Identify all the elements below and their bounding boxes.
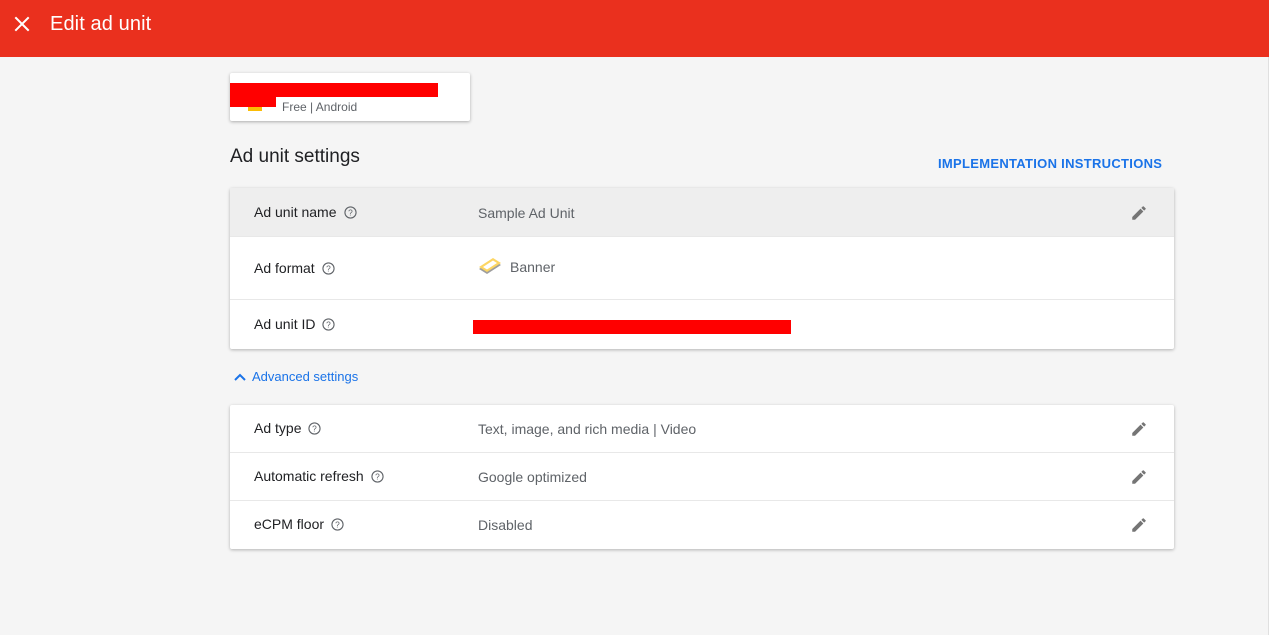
settings-row-automatic-refresh[interactable]: Automatic refresh ? Google optimized bbox=[230, 453, 1174, 501]
advanced-settings-toggle[interactable]: Advanced settings bbox=[234, 369, 358, 384]
advanced-settings-label: Advanced settings bbox=[252, 369, 359, 384]
settings-row-ad-unit-name[interactable]: Ad unit name ? Sample Ad Unit bbox=[230, 188, 1174, 237]
label-text: Automatic refresh bbox=[254, 468, 364, 484]
ad-type-value: Text, image, and rich media | Video bbox=[478, 421, 697, 437]
automatic-refresh-value: Google optimized bbox=[478, 469, 587, 485]
banner-icon bbox=[479, 258, 501, 274]
top-app-bar: Edit ad unit bbox=[0, 0, 1269, 57]
ad-unit-name-value: Sample Ad Unit bbox=[478, 205, 575, 221]
ad-format-text: Banner bbox=[510, 259, 556, 275]
help-icon[interactable]: ? bbox=[322, 261, 335, 275]
row-label: Ad unit name ? bbox=[254, 204, 357, 220]
settings-row-ecpm-floor[interactable]: eCPM floor ? Disabled bbox=[230, 501, 1174, 549]
label-text: Ad format bbox=[254, 260, 315, 276]
row-label: Ad format ? bbox=[254, 260, 335, 276]
label-text: Ad unit ID bbox=[254, 316, 316, 332]
row-label: Ad unit ID ? bbox=[254, 316, 336, 332]
chevron-up-icon bbox=[234, 373, 246, 381]
settings-row-ad-type[interactable]: Ad type ? Text, image, and rich media | … bbox=[230, 405, 1174, 453]
edit-icon[interactable] bbox=[1130, 204, 1148, 222]
row-label: Automatic refresh ? bbox=[254, 468, 384, 484]
label-text: Ad unit name bbox=[254, 204, 337, 220]
redaction-bar bbox=[230, 95, 276, 107]
svg-text:?: ? bbox=[375, 471, 380, 481]
edit-icon[interactable] bbox=[1130, 468, 1148, 486]
ad-format-value: Banner bbox=[478, 257, 555, 277]
label-text: Ad type bbox=[254, 420, 302, 436]
help-icon[interactable]: ? bbox=[343, 205, 357, 219]
svg-text:?: ? bbox=[313, 423, 318, 433]
app-platform: Free | Android bbox=[282, 100, 358, 114]
svg-text:?: ? bbox=[327, 319, 332, 329]
ecpm-floor-value: Disabled bbox=[478, 517, 533, 533]
close-icon bbox=[14, 16, 30, 32]
redaction-bar bbox=[473, 320, 791, 334]
help-icon[interactable]: ? bbox=[331, 517, 344, 531]
svg-text:?: ? bbox=[348, 207, 353, 217]
advanced-settings-card: Ad type ? Text, image, and rich media | … bbox=[230, 405, 1174, 549]
help-icon[interactable]: ? bbox=[322, 317, 336, 331]
implementation-instructions-link[interactable]: IMPLEMENTATION INSTRUCTIONS bbox=[938, 156, 1162, 171]
row-label: Ad type ? bbox=[254, 420, 322, 436]
svg-text:?: ? bbox=[335, 519, 340, 529]
help-icon[interactable]: ? bbox=[308, 421, 322, 435]
edit-icon[interactable] bbox=[1130, 420, 1148, 438]
close-button[interactable] bbox=[12, 14, 32, 34]
edit-icon[interactable] bbox=[1130, 516, 1148, 534]
section-title: Ad unit settings bbox=[230, 146, 360, 167]
label-text: eCPM floor bbox=[254, 516, 325, 532]
settings-row-ad-format: Ad format ? Banner bbox=[230, 237, 1174, 300]
page-title: Edit ad unit bbox=[50, 13, 152, 35]
help-icon[interactable]: ? bbox=[371, 469, 384, 483]
svg-text:?: ? bbox=[326, 263, 331, 273]
row-label: eCPM floor ? bbox=[254, 516, 344, 532]
